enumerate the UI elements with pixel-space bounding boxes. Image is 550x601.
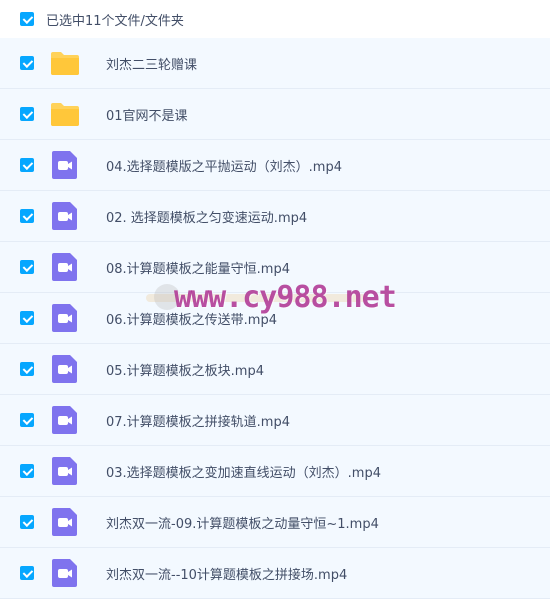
folder-icon — [50, 99, 80, 129]
video-file-icon — [50, 456, 80, 486]
file-row[interactable]: 05.计算题模板之板块.mp4 — [0, 344, 550, 395]
file-name[interactable]: 06.计算题模板之传送带.mp4 — [106, 309, 277, 328]
file-row[interactable]: 07.计算题模板之拼接轨道.mp4 — [0, 395, 550, 446]
select-all-checkbox[interactable] — [20, 12, 34, 26]
row-checkbox[interactable] — [20, 362, 34, 376]
row-checkbox[interactable] — [20, 311, 34, 325]
folder-icon — [50, 48, 80, 78]
row-checkbox[interactable] — [20, 515, 34, 529]
file-row[interactable]: 06.计算题模板之传送带.mp4 — [0, 293, 550, 344]
row-checkbox[interactable] — [20, 107, 34, 121]
file-name[interactable]: 05.计算题模板之板块.mp4 — [106, 360, 264, 379]
video-file-icon — [50, 354, 80, 384]
file-name[interactable]: 04.选择题模版之平抛运动（刘杰）.mp4 — [106, 156, 342, 175]
file-row[interactable]: 02. 选择题模板之匀变速运动.mp4 — [0, 191, 550, 242]
file-row[interactable]: 03.选择题模板之变加速直线运动（刘杰）.mp4 — [0, 446, 550, 497]
file-name[interactable]: 08.计算题模板之能量守恒.mp4 — [106, 258, 290, 277]
video-file-icon — [50, 252, 80, 282]
file-row[interactable]: 刘杰双一流-09.计算题模板之动量守恒~1.mp4 — [0, 497, 550, 548]
row-checkbox[interactable] — [20, 413, 34, 427]
file-name[interactable]: 03.选择题模板之变加速直线运动（刘杰）.mp4 — [106, 462, 381, 481]
file-row[interactable]: 刘杰双一流--10计算题模板之拼接场.mp4 — [0, 548, 550, 599]
selection-header: 已选中11个文件/文件夹 — [0, 0, 550, 38]
file-name[interactable]: 刘杰二三轮赠课 — [106, 54, 197, 73]
video-file-icon — [50, 201, 80, 231]
video-file-icon — [50, 507, 80, 537]
file-row[interactable]: 01官网不是课 — [0, 89, 550, 140]
row-checkbox[interactable] — [20, 260, 34, 274]
row-checkbox[interactable] — [20, 56, 34, 70]
video-file-icon — [50, 558, 80, 588]
selection-count-label: 已选中11个文件/文件夹 — [46, 13, 184, 29]
file-row[interactable]: 刘杰二三轮赠课 — [0, 38, 550, 89]
video-file-icon — [50, 303, 80, 333]
file-row[interactable]: 08.计算题模板之能量守恒.mp4 — [0, 242, 550, 293]
file-name[interactable]: 01官网不是课 — [106, 105, 188, 124]
file-list: 刘杰二三轮赠课 01官网不是课 04.选择题模版之平抛运动（刘杰）.mp4 02… — [0, 38, 550, 599]
row-checkbox[interactable] — [20, 566, 34, 580]
file-name[interactable]: 02. 选择题模板之匀变速运动.mp4 — [106, 207, 307, 226]
row-checkbox[interactable] — [20, 464, 34, 478]
file-row[interactable]: 04.选择题模版之平抛运动（刘杰）.mp4 — [0, 140, 550, 191]
row-checkbox[interactable] — [20, 209, 34, 223]
video-file-icon — [50, 150, 80, 180]
video-file-icon — [50, 405, 80, 435]
file-name[interactable]: 刘杰双一流-09.计算题模板之动量守恒~1.mp4 — [106, 513, 379, 532]
row-checkbox[interactable] — [20, 158, 34, 172]
file-name[interactable]: 刘杰双一流--10计算题模板之拼接场.mp4 — [106, 564, 347, 583]
file-name[interactable]: 07.计算题模板之拼接轨道.mp4 — [106, 411, 290, 430]
